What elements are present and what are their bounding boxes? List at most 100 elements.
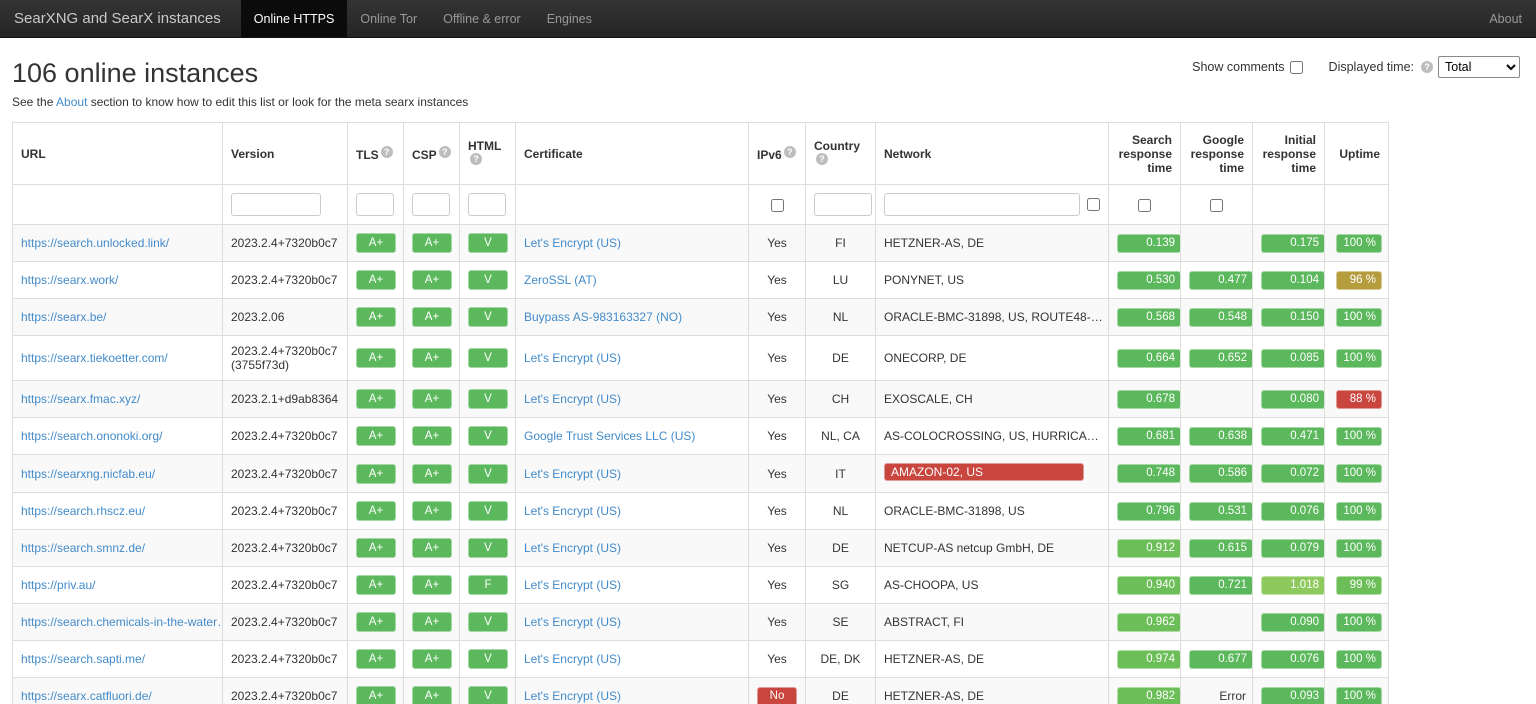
certificate-link[interactable]: Let's Encrypt (US) <box>524 467 621 481</box>
csp-grade-badge[interactable]: A+ <box>412 575 452 595</box>
tls-grade-badge[interactable]: A+ <box>356 348 396 368</box>
cell-initial-time: 0.085 <box>1253 336 1325 381</box>
tls-filter-input[interactable] <box>356 193 394 216</box>
tab-offline-error[interactable]: Offline & error <box>430 0 534 37</box>
cell-network: EXOSCALE, CH <box>876 381 1109 418</box>
csp-grade-badge[interactable]: A+ <box>412 270 452 290</box>
tls-grade-badge[interactable]: A+ <box>356 270 396 290</box>
html-grade-badge[interactable]: V <box>468 348 508 368</box>
certificate-link[interactable]: Google Trust Services LLC (US) <box>524 429 695 443</box>
html-grade-badge[interactable]: V <box>468 501 508 521</box>
instance-url-link[interactable]: https://searx.fmac.xyz/ <box>21 392 140 406</box>
certificate-link[interactable]: Let's Encrypt (US) <box>524 236 621 250</box>
instance-url-link[interactable]: https://searxng.nicfab.eu/ <box>21 467 155 481</box>
tab-engines[interactable]: Engines <box>534 0 605 37</box>
certificate-link[interactable]: Let's Encrypt (US) <box>524 652 621 666</box>
uptime-badge: 100 % <box>1336 427 1382 446</box>
tls-grade-badge[interactable]: A+ <box>356 426 396 446</box>
html-grade-badge[interactable]: F <box>468 575 508 595</box>
tab-online-tor[interactable]: Online Tor <box>347 0 430 37</box>
cell-network: ONECORP, DE <box>876 336 1109 381</box>
instance-url-link[interactable]: https://priv.au/ <box>21 578 95 592</box>
search-time-filter-checkbox[interactable] <box>1138 199 1151 212</box>
tls-grade-badge[interactable]: A+ <box>356 233 396 253</box>
cell-ipv6: Yes <box>749 262 806 299</box>
tls-grade-badge[interactable]: A+ <box>356 464 396 484</box>
tls-grade-badge[interactable]: A+ <box>356 307 396 327</box>
tls-grade-badge[interactable]: A+ <box>356 649 396 669</box>
html-grade-badge[interactable]: V <box>468 464 508 484</box>
csp-grade-badge[interactable]: A+ <box>412 233 452 253</box>
csp-grade-badge[interactable]: A+ <box>412 686 452 704</box>
uptime-badge: 100 % <box>1336 234 1382 253</box>
csp-grade-badge[interactable]: A+ <box>412 348 452 368</box>
csp-grade-badge[interactable]: A+ <box>412 649 452 669</box>
cell-uptime: 96 % <box>1325 262 1389 299</box>
csp-grade-badge[interactable]: A+ <box>412 464 452 484</box>
html-grade-badge[interactable]: V <box>468 307 508 327</box>
certificate-link[interactable]: Buypass AS-983163327 (NO) <box>524 310 682 324</box>
ipv6-filter-checkbox[interactable] <box>771 199 784 212</box>
instance-url-link[interactable]: https://searx.catfluori.de/ <box>21 689 152 703</box>
html-grade-badge[interactable]: V <box>468 649 508 669</box>
cell-certificate: Let's Encrypt (US) <box>516 225 749 262</box>
csp-grade-badge[interactable]: A+ <box>412 389 452 409</box>
initial-time-badge: 0.076 <box>1261 650 1325 669</box>
cell-uptime: 100 % <box>1325 455 1389 493</box>
network-filter-checkbox[interactable] <box>1087 198 1100 211</box>
displayed-time-select[interactable]: Total <box>1438 56 1520 78</box>
about-link[interactable]: About <box>56 95 87 109</box>
certificate-link[interactable]: Let's Encrypt (US) <box>524 504 621 518</box>
network-filter-input[interactable] <box>884 193 1080 216</box>
html-grade-badge[interactable]: V <box>468 389 508 409</box>
html-grade-badge[interactable]: V <box>468 686 508 704</box>
nav-about-link[interactable]: About <box>1475 0 1536 37</box>
tls-grade-badge[interactable]: A+ <box>356 575 396 595</box>
instance-url-link[interactable]: https://search.unlocked.link/ <box>21 236 169 250</box>
html-grade-badge[interactable]: V <box>468 270 508 290</box>
cell-csp: A+ <box>404 604 460 641</box>
version-filter-input[interactable] <box>231 193 321 216</box>
cell-html: F <box>460 567 516 604</box>
instance-url-link[interactable]: https://search.chemicals-in-the-water… <box>21 615 223 629</box>
show-comments-checkbox[interactable] <box>1290 61 1303 74</box>
html-grade-badge[interactable]: V <box>468 426 508 446</box>
csp-grade-badge[interactable]: A+ <box>412 612 452 632</box>
csp-grade-badge[interactable]: A+ <box>412 307 452 327</box>
instance-url-link[interactable]: https://searx.be/ <box>21 310 106 324</box>
certificate-link[interactable]: Let's Encrypt (US) <box>524 351 621 365</box>
tls-grade-badge[interactable]: A+ <box>356 612 396 632</box>
instance-url-link[interactable]: https://search.smnz.de/ <box>21 541 145 555</box>
instance-url-link[interactable]: https://searx.work/ <box>21 273 118 287</box>
cell-url: https://search.chemicals-in-the-water… <box>13 604 223 641</box>
certificate-link[interactable]: ZeroSSL (AT) <box>524 273 597 287</box>
tls-grade-badge[interactable]: A+ <box>356 538 396 558</box>
cell-google-time: 0.652 <box>1181 336 1253 381</box>
google-time-filter-checkbox[interactable] <box>1210 199 1223 212</box>
html-grade-badge[interactable]: V <box>468 538 508 558</box>
cell-csp: A+ <box>404 455 460 493</box>
tls-grade-badge[interactable]: A+ <box>356 686 396 704</box>
certificate-link[interactable]: Let's Encrypt (US) <box>524 578 621 592</box>
html-grade-badge[interactable]: V <box>468 233 508 253</box>
csp-grade-badge[interactable]: A+ <box>412 501 452 521</box>
csp-filter-input[interactable] <box>412 193 450 216</box>
country-filter-input[interactable] <box>814 193 872 216</box>
csp-grade-badge[interactable]: A+ <box>412 426 452 446</box>
certificate-link[interactable]: Let's Encrypt (US) <box>524 689 621 703</box>
tls-grade-badge[interactable]: A+ <box>356 389 396 409</box>
instance-url-link[interactable]: https://searx.tiekoetter.com/ <box>21 351 168 365</box>
certificate-link[interactable]: Let's Encrypt (US) <box>524 541 621 555</box>
certificate-link[interactable]: Let's Encrypt (US) <box>524 392 621 406</box>
csp-grade-badge[interactable]: A+ <box>412 538 452 558</box>
certificate-link[interactable]: Let's Encrypt (US) <box>524 615 621 629</box>
instance-url-link[interactable]: https://search.rhscz.eu/ <box>21 504 145 518</box>
tab-online-https[interactable]: Online HTTPS <box>241 0 348 37</box>
tls-grade-badge[interactable]: A+ <box>356 501 396 521</box>
instance-url-link[interactable]: https://search.sapti.me/ <box>21 652 145 666</box>
cell-initial-time: 0.150 <box>1253 299 1325 336</box>
html-filter-input[interactable] <box>468 193 506 216</box>
instance-url-link[interactable]: https://search.ononoki.org/ <box>21 429 162 443</box>
html-grade-badge[interactable]: V <box>468 612 508 632</box>
cell-country: DE <box>806 336 876 381</box>
